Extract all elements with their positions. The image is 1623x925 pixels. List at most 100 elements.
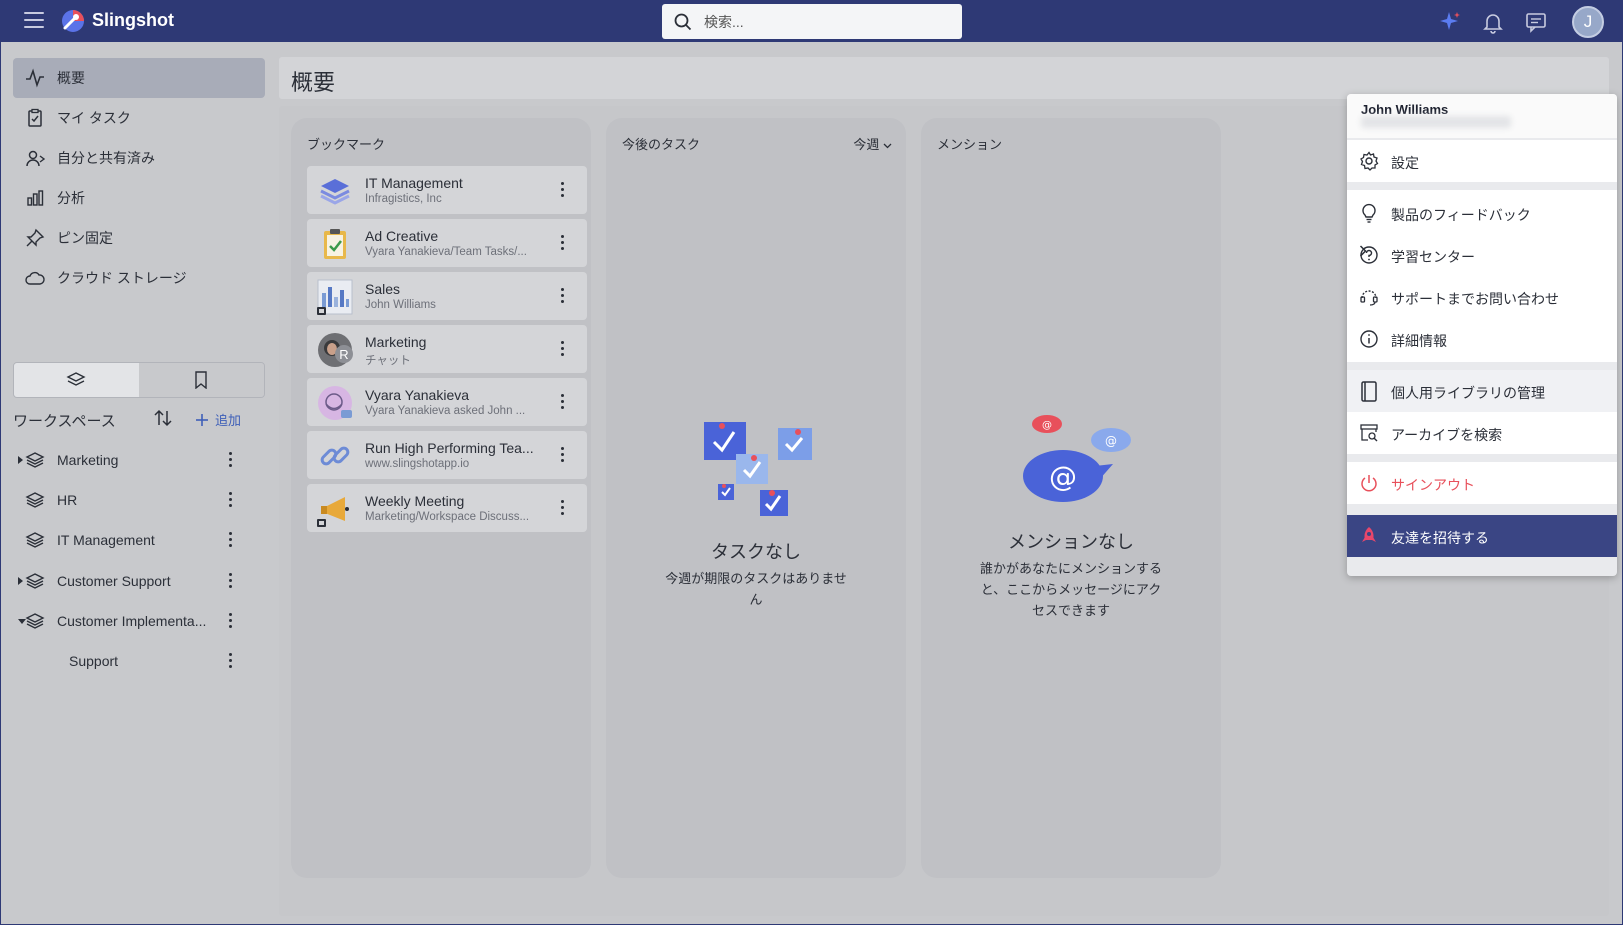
more-options-icon[interactable]: [561, 447, 565, 463]
bookmark-item[interactable]: Weekly Meeting Marketing/Workspace Discu…: [307, 484, 587, 532]
tasks-empty-title: タスクなし: [711, 542, 801, 562]
menu-label: 友達を招待する: [1391, 530, 1489, 546]
shared-user-icon: [26, 150, 45, 167]
about-menu-item[interactable]: 詳細情報: [1347, 318, 1617, 360]
workspace-item-support[interactable]: Support: [13, 643, 253, 679]
bookmark-title: IT Management: [365, 175, 463, 191]
nav-item-pinned[interactable]: ピン固定: [13, 218, 265, 258]
workspace-stack-icon: [25, 573, 45, 589]
nav-item-overview[interactable]: 概要: [13, 58, 265, 98]
workspaces-view-tab[interactable]: [14, 363, 139, 397]
search-icon: [674, 13, 692, 31]
workspace-stack-icon: [320, 179, 350, 205]
workspace-item-hr[interactable]: HR: [13, 482, 253, 518]
workspace-label: HR: [57, 492, 78, 508]
svg-text:@: @: [1105, 434, 1117, 448]
workspace-stack-icon: [25, 532, 45, 548]
notification-bell-icon[interactable]: [1481, 10, 1505, 34]
more-options-icon[interactable]: [561, 394, 565, 410]
more-options-icon[interactable]: [229, 573, 233, 589]
more-options-icon[interactable]: [561, 182, 565, 198]
bookmark-subtitle: www.slingshotapp.io: [365, 458, 470, 470]
bookmark-item[interactable]: Ad Creative Vyara Yanakieva/Team Tasks/.…: [307, 219, 587, 267]
bookmark-item[interactable]: Sales John Williams: [307, 272, 587, 320]
learning-center-menu-item[interactable]: 学習センター: [1347, 234, 1617, 276]
expand-caret-icon[interactable]: [18, 577, 23, 585]
hamburger-menu-icon[interactable]: [24, 12, 44, 28]
nav-item-shared-with-me[interactable]: 自分と共有済み: [13, 138, 265, 178]
workspace-item-it-management[interactable]: IT Management: [13, 522, 253, 558]
tasks-empty-illustration: [704, 422, 812, 516]
search-input[interactable]: [704, 12, 944, 32]
bookmarks-title: ブックマーク: [307, 137, 386, 152]
bookmark-item[interactable]: Vyara Yanakieva Vyara Yanakieva asked Jo…: [307, 378, 587, 426]
bookmark-item[interactable]: Run High Performing Tea... www.slingshot…: [307, 431, 587, 479]
nav-label: 自分と共有済み: [57, 150, 155, 166]
menu-label: 設定: [1391, 155, 1419, 171]
invite-friends-menu-item[interactable]: 友達を招待する: [1347, 515, 1617, 557]
menu-label: 個人用ライブラリの管理: [1391, 385, 1545, 401]
add-label: 追加: [215, 413, 242, 428]
mentions-empty-description: 誰かがあなたにメンションする と、ここからメッセージにアク セスできます: [921, 558, 1221, 621]
bookmark-item[interactable]: IT Management Infragistics, Inc: [307, 166, 587, 214]
slingshot-logo-icon[interactable]: [60, 8, 86, 34]
more-options-icon[interactable]: [561, 341, 565, 357]
workspace-item-customer-support[interactable]: Customer Support: [13, 563, 253, 599]
search-box[interactable]: [662, 4, 962, 39]
nav-item-my-tasks[interactable]: マイ タスク: [13, 98, 265, 138]
plus-icon: [196, 413, 208, 426]
manage-personal-library-menu-item[interactable]: 個人用ライブラリの管理: [1347, 370, 1617, 412]
svg-text:R: R: [339, 347, 348, 362]
bookmarks-view-tab[interactable]: [139, 363, 264, 397]
workspace-stack-icon: [25, 613, 45, 629]
nav-item-cloud-storage[interactable]: クラウド ストレージ: [13, 258, 265, 298]
more-options-icon[interactable]: [561, 235, 565, 251]
menu-group: 設定: [1347, 140, 1617, 182]
more-options-icon[interactable]: [561, 288, 565, 304]
rocket-icon: [1362, 527, 1376, 542]
workspaces-heading: ワークスペース: [13, 413, 116, 430]
task-clipboard-icon: [324, 229, 346, 259]
chat-message-icon[interactable]: [1524, 10, 1548, 34]
bookmark-subtitle: チャット: [365, 355, 411, 367]
nav-label: 分析: [57, 190, 85, 206]
mentions-card: メンション @ @ @ メンションなし 誰かがあなたにメンションする と、ここか…: [921, 118, 1221, 878]
user-menu: John Williams 設定 製品のフィードバック 学習センター サポートま…: [1347, 94, 1617, 576]
tasks-title: 今後のタスク: [622, 137, 701, 152]
sort-icon[interactable]: [153, 408, 173, 428]
feedback-menu-item[interactable]: 製品のフィードバック: [1347, 192, 1617, 234]
bookmark-title: Ad Creative: [365, 228, 439, 244]
cloud-icon: [25, 271, 45, 285]
megaphone-icon: [317, 497, 349, 527]
expand-caret-icon[interactable]: [18, 456, 23, 464]
workspace-item-customer-implementation[interactable]: Customer Implementa...: [13, 603, 253, 639]
bookmark-subtitle: Vyara Yanakieva asked John ...: [365, 405, 526, 417]
brand-name: Slingshot: [92, 10, 174, 30]
contact-support-menu-item[interactable]: サポートまでお問い合わせ: [1347, 276, 1617, 318]
link-icon: [320, 446, 350, 466]
more-options-icon[interactable]: [561, 500, 565, 516]
settings-menu-item[interactable]: 設定: [1347, 140, 1617, 182]
nav-item-analytics[interactable]: 分析: [13, 178, 265, 218]
more-options-icon[interactable]: [229, 532, 233, 548]
more-options-icon[interactable]: [229, 452, 233, 468]
ai-sparkle-icon[interactable]: [1438, 10, 1462, 34]
app-body: 概要 マイ タスク 自分と共有済み 分析 ピン固定 クラウド ストレージ ワーク…: [1, 42, 1622, 924]
dashboard-thumbnail-icon: [317, 279, 353, 315]
workspace-item-marketing[interactable]: Marketing: [13, 442, 253, 478]
menu-label: アーカイブを検索: [1391, 427, 1503, 443]
bookmark-item[interactable]: R Marketing チャット: [307, 325, 587, 373]
more-options-icon[interactable]: [229, 613, 233, 629]
more-options-icon[interactable]: [229, 492, 233, 508]
search-archive-menu-item[interactable]: アーカイブを検索: [1347, 412, 1617, 454]
user-avatar-button[interactable]: J: [1572, 6, 1604, 38]
workspace-label: Support: [69, 653, 119, 669]
more-options-icon[interactable]: [229, 653, 233, 669]
tasks-period-dropdown[interactable]: 今週: [853, 134, 892, 153]
bookmark-subtitle: John Williams: [365, 299, 436, 311]
workspace-label: Customer Support: [57, 573, 171, 589]
menu-group: 製品のフィードバック 学習センター サポートまでお問い合わせ 詳細情報: [1347, 190, 1617, 362]
add-workspace-button[interactable]: 追加: [195, 410, 241, 429]
sign-out-menu-item[interactable]: サインアウト: [1347, 462, 1617, 504]
menu-label: サインアウト: [1391, 477, 1475, 493]
